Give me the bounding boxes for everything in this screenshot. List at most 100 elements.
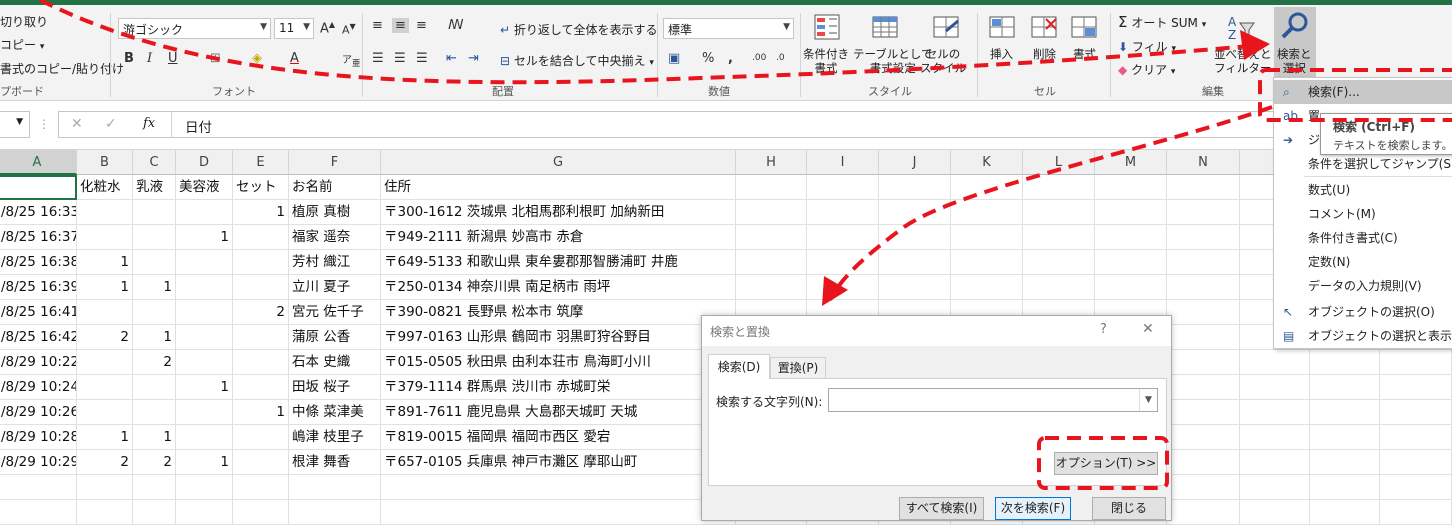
table-cell[interactable]: 1 <box>133 325 176 350</box>
table-cell[interactable] <box>1167 400 1240 425</box>
table-cell[interactable] <box>1023 225 1095 250</box>
menu-item-10[interactable]: ▤ オブジェクトの選択と表示(P)... <box>1274 324 1452 348</box>
table-cell[interactable] <box>1310 450 1380 475</box>
table-cell[interactable] <box>233 425 289 450</box>
table-cell[interactable] <box>807 200 879 225</box>
table-cell[interactable] <box>133 225 176 250</box>
table-cell[interactable]: 〒379-1114 群馬県 渋川市 赤城町栄 <box>381 375 736 400</box>
table-cell[interactable] <box>1240 350 1310 375</box>
table-cell[interactable] <box>77 500 133 525</box>
table-cell[interactable] <box>133 500 176 525</box>
currency-icon[interactable]: ▣ <box>668 51 680 66</box>
table-cell[interactable] <box>77 475 133 500</box>
table-cell[interactable]: /8/29 10:29 <box>0 450 77 475</box>
table-cell[interactable]: 蒲原 公香 <box>289 325 381 350</box>
wrap-text-button[interactable]: ↵ 折り返して全体を表示する <box>500 21 658 38</box>
font-size-combo[interactable]: 11 ▼ <box>274 18 314 39</box>
table-cell[interactable]: 1 <box>176 375 233 400</box>
table-cell[interactable] <box>1380 475 1452 500</box>
table-cell[interactable] <box>1380 375 1452 400</box>
table-cell[interactable] <box>1167 475 1240 500</box>
table-cell[interactable] <box>176 500 233 525</box>
sort-filter-button[interactable]: 並べ替えと フィルター <box>1214 47 1272 75</box>
delete-cells-button[interactable]: 削除 <box>1033 47 1056 61</box>
orientation-icon[interactable]: ꟿ <box>448 18 464 33</box>
table-cell[interactable]: 2 <box>133 450 176 475</box>
table-cell[interactable] <box>233 475 289 500</box>
table-cell[interactable] <box>879 250 951 275</box>
header-cell[interactable]: お名前 <box>289 175 381 200</box>
align-middle-icon[interactable]: ≡ <box>392 18 409 33</box>
table-cell[interactable]: 〒390-0821 長野県 松本市 筑摩 <box>381 300 736 325</box>
table-cell[interactable]: 2 <box>77 450 133 475</box>
align-left-icon[interactable]: ☰ <box>372 51 384 66</box>
decrease-font-icon[interactable]: A▼ <box>342 22 356 37</box>
table-cell[interactable] <box>736 225 807 250</box>
cut-button[interactable]: 切り取り <box>0 13 48 30</box>
table-cell[interactable] <box>736 200 807 225</box>
table-cell[interactable] <box>176 425 233 450</box>
table-cell[interactable]: 1 <box>176 225 233 250</box>
format-as-table-icon[interactable] <box>871 13 901 43</box>
table-cell[interactable] <box>1310 500 1380 525</box>
column-header-i[interactable]: I <box>807 150 879 175</box>
table-cell[interactable]: 1 <box>176 450 233 475</box>
close-button[interactable]: 閉じる <box>1092 497 1166 520</box>
table-cell[interactable] <box>133 375 176 400</box>
underline-icon[interactable]: U <box>168 51 178 66</box>
column-header-h[interactable]: H <box>736 150 807 175</box>
italic-icon[interactable]: I <box>147 51 152 66</box>
table-cell[interactable] <box>1240 375 1310 400</box>
menu-item-8[interactable]: データの入力規則(V) <box>1274 274 1452 298</box>
fill-button[interactable]: ⬇ フィル ▾ <box>1118 38 1176 55</box>
table-cell[interactable]: 田坂 桜子 <box>289 375 381 400</box>
table-cell[interactable] <box>1167 450 1240 475</box>
table-cell[interactable] <box>1167 500 1240 525</box>
table-cell[interactable] <box>1240 425 1310 450</box>
table-cell[interactable]: /8/29 10:22 <box>0 350 77 375</box>
column-header-b[interactable]: B <box>77 150 133 175</box>
menu-item-3[interactable]: 条件を選択してジャンプ(S)... <box>1274 152 1452 176</box>
table-cell[interactable]: 1 <box>77 250 133 275</box>
table-cell[interactable]: /8/25 16:41 <box>0 300 77 325</box>
table-cell[interactable] <box>233 350 289 375</box>
find-what-input[interactable]: ▼ <box>828 388 1158 412</box>
table-cell[interactable]: 〒997-0163 山形県 鶴岡市 羽黒町狩谷野目 <box>381 325 736 350</box>
table-cell[interactable] <box>176 350 233 375</box>
tab-replace[interactable]: 置換(P) <box>770 357 826 378</box>
table-cell[interactable] <box>1167 350 1240 375</box>
table-cell[interactable] <box>381 500 736 525</box>
column-header-l[interactable]: L <box>1023 150 1095 175</box>
table-cell[interactable]: 〒300-1612 茨城県 北相馬郡利根町 加納新田 <box>381 200 736 225</box>
table-cell[interactable]: /8/25 16:42 <box>0 325 77 350</box>
header-cell[interactable]: 化粧水 <box>77 175 133 200</box>
table-cell[interactable]: /8/25 16:37 <box>0 225 77 250</box>
table-cell[interactable] <box>951 275 1023 300</box>
help-button[interactable]: ? <box>1100 322 1107 337</box>
table-cell[interactable]: 根津 舞香 <box>289 450 381 475</box>
table-cell[interactable]: 2 <box>233 300 289 325</box>
table-cell[interactable] <box>736 275 807 300</box>
table-cell[interactable] <box>77 400 133 425</box>
table-cell[interactable] <box>1240 450 1310 475</box>
table-cell[interactable]: 1 <box>233 200 289 225</box>
table-cell[interactable] <box>77 200 133 225</box>
table-cell[interactable]: 立川 夏子 <box>289 275 381 300</box>
table-cell[interactable]: /8/29 10:28 <box>0 425 77 450</box>
chevron-down-icon[interactable]: ▼ <box>1139 389 1157 411</box>
table-cell[interactable] <box>1380 350 1452 375</box>
table-cell[interactable] <box>176 300 233 325</box>
table-cell[interactable] <box>1023 250 1095 275</box>
table-cell[interactable] <box>1310 475 1380 500</box>
fx-icon[interactable]: fx <box>143 116 155 131</box>
menu-item-0[interactable]: ⌕ 検索(F)... <box>1274 80 1452 104</box>
table-cell[interactable] <box>0 475 77 500</box>
table-cell[interactable] <box>233 225 289 250</box>
table-cell[interactable] <box>176 400 233 425</box>
table-cell[interactable] <box>77 300 133 325</box>
column-header-n[interactable]: N <box>1167 150 1240 175</box>
table-cell[interactable]: 1 <box>77 275 133 300</box>
border-icon[interactable]: ⊞ <box>210 51 221 66</box>
menu-item-7[interactable]: 定数(N) <box>1274 250 1452 274</box>
decrease-indent-icon[interactable]: ⇤ <box>446 51 457 66</box>
